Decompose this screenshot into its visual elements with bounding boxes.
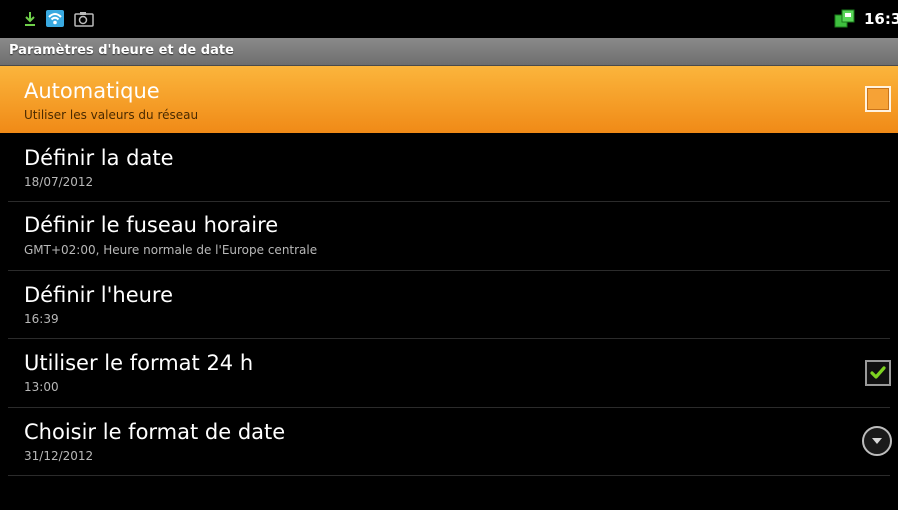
divider [8, 475, 890, 476]
screen: 16:39 Paramètres d'heure et de date Auto… [0, 0, 898, 510]
setting-set-date[interactable]: Définir la date 18/07/2012 [0, 134, 898, 201]
setting-summary: 31/12/2012 [24, 449, 94, 463]
setting-title: Choisir le format de date [24, 420, 286, 444]
notification-icons [24, 10, 94, 27]
setting-title: Utiliser le format 24 h [24, 351, 254, 375]
setting-set-time[interactable]: Définir l'heure 16:39 [0, 271, 898, 338]
status-clock: 16:39 [864, 10, 898, 28]
page-title: Paramètres d'heure et de date [9, 43, 234, 58]
check-icon [870, 366, 886, 379]
download-icon [25, 11, 35, 26]
setting-automatic[interactable]: Automatique Utiliser les valeurs du rése… [0, 66, 898, 133]
setting-title: Définir la date [24, 146, 174, 170]
setting-summary: 13:00 [24, 380, 59, 394]
usb-connected-icon [834, 9, 855, 28]
chevron-down-icon [872, 438, 882, 444]
status-bar: 16:39 [0, 0, 898, 38]
wifi-icon [46, 10, 64, 27]
setting-date-format[interactable]: Choisir le format de date 31/12/2012 [0, 408, 898, 475]
system-icons: 16:39 [834, 8, 898, 30]
date-format-dropdown[interactable] [862, 426, 892, 456]
setting-title: Automatique [24, 79, 160, 103]
setting-title: Définir le fuseau horaire [24, 213, 279, 237]
setting-summary: GMT+02:00, Heure normale de l'Europe cen… [24, 243, 318, 257]
title-bar: Paramètres d'heure et de date [0, 38, 898, 66]
setting-summary: 16:39 [24, 312, 59, 326]
setting-summary: 18/07/2012 [24, 175, 94, 189]
automatic-checkbox[interactable] [865, 86, 891, 112]
use-24h-checkbox[interactable] [865, 360, 891, 386]
setting-set-timezone[interactable]: Définir le fuseau horaire GMT+02:00, Heu… [0, 202, 898, 270]
setting-title: Définir l'heure [24, 283, 174, 307]
setting-summary: Utiliser les valeurs du réseau [24, 108, 199, 122]
setting-use-24h[interactable]: Utiliser le format 24 h 13:00 [0, 339, 898, 407]
camera-icon [74, 11, 94, 27]
